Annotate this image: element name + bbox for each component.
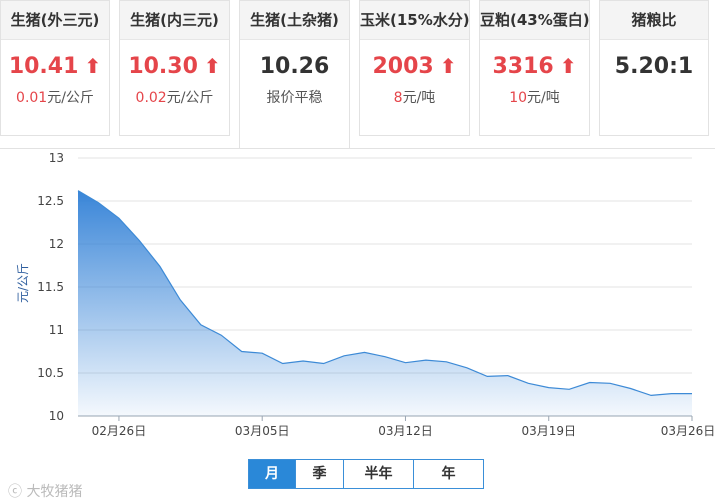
- card-price: 10.26: [259, 54, 330, 79]
- period-quarter-button[interactable]: 季: [296, 459, 344, 489]
- x-tick-label: 03月12日: [378, 424, 433, 438]
- card-change: 0.01: [16, 90, 48, 106]
- watermark: ⓒ 大牧猪猪: [8, 481, 82, 501]
- card-price: 10.41: [8, 54, 79, 79]
- card-change: 8: [393, 90, 403, 106]
- price-area: [78, 190, 692, 416]
- card-price: 10.30: [128, 54, 198, 79]
- card-title: 豆粕(43%蛋白): [480, 1, 590, 40]
- card-title: 猪粮比: [600, 1, 708, 40]
- price-cards: 生猪(外三元) 10.41 ⬆ 0.01元/公斤 生猪(内三元) 10.30 ⬆ 0…: [0, 0, 716, 148]
- y-tick-label: 11.5: [37, 280, 64, 294]
- card-pig-outer[interactable]: 生猪(外三元) 10.41 ⬆ 0.01元/公斤: [0, 0, 110, 136]
- card-price: 3316: [492, 54, 554, 79]
- card-unit: 元/吨: [402, 90, 436, 106]
- period-year-button[interactable]: 年: [414, 459, 484, 489]
- card-title: 生猪(外三元): [1, 1, 109, 40]
- period-halfyear-button[interactable]: 半年: [344, 459, 414, 489]
- card-price: 5.20:1: [614, 54, 694, 79]
- watermark-icon: ⓒ: [8, 484, 27, 500]
- watermark-text: 大牧猪猪: [26, 484, 83, 500]
- y-tick-label: 13: [49, 151, 64, 165]
- price-area-chart: 10 10.5 11 11.5 12 12.5 13 02月26日 03月05日 03月12日 0…: [16, 151, 716, 438]
- card-unit: 元/公斤: [47, 90, 94, 106]
- card-change: 0.02: [135, 90, 167, 106]
- up-arrow-icon: ⬆: [203, 54, 221, 78]
- y-axis-label: 元/公斤: [16, 263, 30, 303]
- up-arrow-icon: ⬆: [84, 54, 102, 78]
- x-tick-label: 02月26日: [92, 424, 147, 438]
- x-tick-label: 03月26日: [661, 424, 716, 438]
- card-title: 生猪(土杂猪): [240, 1, 349, 40]
- price-chart: 10 10.5 11 11.5 12 12.5 13 02月26日 03月05日 03月12日 0…: [0, 148, 716, 438]
- card-title: 玉米(15%水分): [360, 1, 470, 40]
- y-tick-label: 12: [49, 237, 64, 251]
- card-unit: 元/公斤: [166, 90, 214, 106]
- x-tick-label: 03月05日: [235, 424, 290, 438]
- period-month-button[interactable]: 月: [248, 459, 296, 489]
- y-tick-label: 10: [49, 409, 64, 423]
- card-pig-inner[interactable]: 生猪(内三元) 10.30 ⬆ 0.02元/公斤: [119, 0, 230, 136]
- y-tick-label: 11: [49, 323, 64, 337]
- card-corn[interactable]: 玉米(15%水分) 2003 ⬆ 8元/吨: [359, 0, 470, 136]
- card-pig-grain-ratio[interactable]: 猪粮比 5.20:1: [599, 0, 709, 136]
- up-arrow-icon: ⬆: [439, 54, 457, 78]
- card-change: 10: [509, 90, 528, 106]
- card-price: 2003: [372, 54, 434, 79]
- up-arrow-icon: ⬆: [559, 54, 577, 78]
- y-tick-label: 10.5: [37, 366, 64, 380]
- period-switch: 月 季 半年 年: [248, 459, 484, 489]
- card-unit: 元/吨: [527, 90, 560, 106]
- x-tick-label: 03月19日: [521, 424, 576, 438]
- card-pig-local[interactable]: 生猪(土杂猪) 10.26 报价平稳: [239, 0, 350, 148]
- card-soymeal[interactable]: 豆粕(43%蛋白) 3316 ⬆ 10元/吨: [479, 0, 590, 136]
- y-tick-label: 12.5: [37, 194, 64, 208]
- card-status: 报价平稳: [266, 90, 323, 106]
- card-title: 生猪(内三元): [120, 1, 229, 40]
